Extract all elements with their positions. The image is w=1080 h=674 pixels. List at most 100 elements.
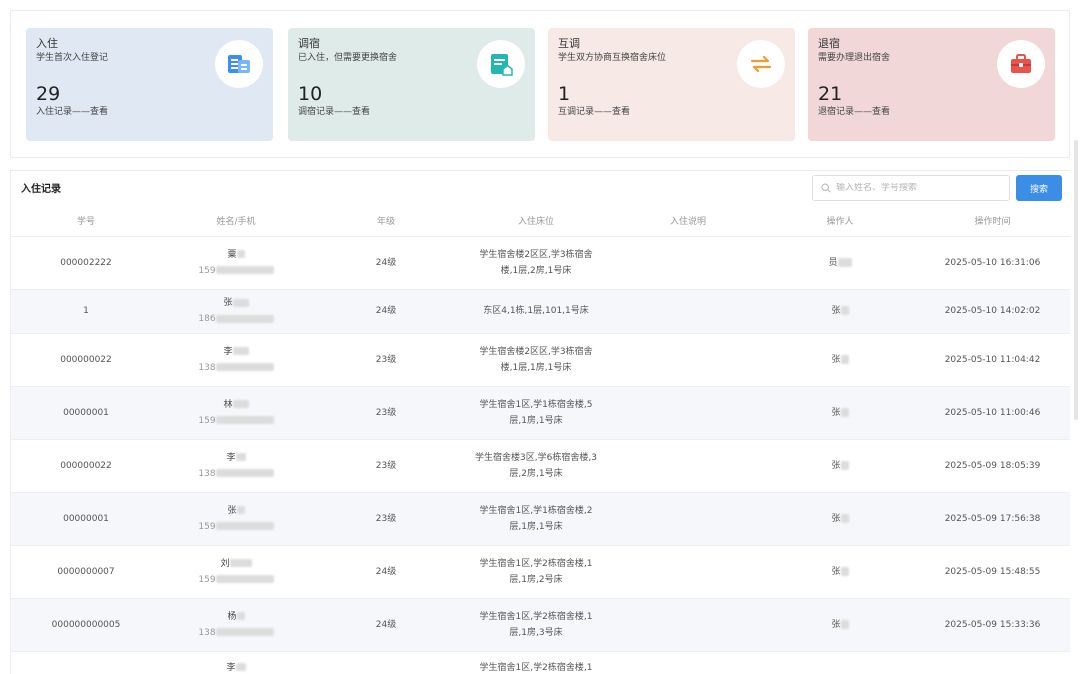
bed-line: 层,1房,1号床 <box>509 521 563 532</box>
student-id: 000000022 <box>11 333 161 387</box>
operator: 张 <box>831 460 841 471</box>
card-link[interactable]: 退宿记录——查看 <box>818 106 1045 119</box>
search-button[interactable]: 搜索 <box>1016 175 1062 201</box>
bed-line: 学生宿舍1区,学1栋宿舍楼,2 <box>479 505 593 516</box>
operator: 张 <box>831 407 841 418</box>
student-id: 000000022 <box>11 439 161 493</box>
table-row[interactable]: 000000000005 杨 138 24级 学生宿舍1区,学2栋宿舍楼,1 层,1… <box>11 598 1070 652</box>
student-id <box>11 651 161 674</box>
name-phone-cell: 粟 159 <box>161 236 311 290</box>
operator: 员 <box>828 257 838 268</box>
student-id: 1 <box>11 289 161 334</box>
operator: 张 <box>831 619 841 630</box>
search-box[interactable] <box>812 175 1010 201</box>
grade <box>311 651 461 674</box>
note <box>611 386 765 440</box>
name-phone-cell: 林 159 <box>161 386 311 440</box>
bed-line: 层,1房,3号床 <box>509 627 563 638</box>
table-row[interactable]: 000002222 粟 159 24级 学生宿舍楼2区区,学3栋宿舍 楼,1层,2房… <box>11 236 1070 290</box>
bed-line: 学生宿舍1区,学2栋宿舍楼,1 <box>479 662 593 673</box>
card-checkout[interactable]: 退宿 需要办理退出宿舍 21 退宿记录——查看 <box>808 28 1055 141</box>
bed-cell: 学生宿舍楼2区区,学3栋宿舍 楼,1层,2房,1号床 <box>461 236 611 290</box>
bed-line: 层,2房,1号床 <box>509 468 563 479</box>
note <box>611 439 765 493</box>
table-row[interactable]: 李 学生宿舍1区,学2栋宿舍楼,1 <box>11 651 1070 674</box>
bed-line: 层,1房,1号床 <box>509 415 563 426</box>
operate-time: 2025-05-09 15:48:55 <box>915 545 1070 599</box>
student-id: 000000000005 <box>11 598 161 652</box>
student-phone: 138 <box>198 468 216 479</box>
table-row[interactable]: 00000001 张 159 23级 学生宿舍1区,学1栋宿舍楼,2 层,1房,1号… <box>11 492 1070 546</box>
student-id: 00000001 <box>11 386 161 440</box>
note <box>611 236 765 290</box>
student-name: 李 <box>226 662 236 673</box>
student-id: 000002222 <box>11 236 161 290</box>
bed-cell: 学生宿舍1区,学1栋宿舍楼,5 层,1房,1号床 <box>461 386 611 440</box>
swap-arrows-icon <box>737 40 785 88</box>
student-id: 0000000007 <box>11 545 161 599</box>
column-header: 年级 <box>311 205 461 237</box>
operate-time: 2025-05-10 14:02:02 <box>915 289 1070 334</box>
card-link[interactable]: 调宿记录——查看 <box>298 106 525 119</box>
table-row[interactable]: 000000022 李 138 23级 学生宿舍楼3区,学6栋宿舍楼,3 层,2房,… <box>11 439 1070 493</box>
student-name: 杨 <box>227 611 237 622</box>
search-input[interactable] <box>836 183 996 193</box>
grade: 24级 <box>311 598 461 652</box>
student-name: 张 <box>227 505 237 516</box>
student-name: 林 <box>223 399 233 410</box>
bed-cell: 学生宿舍1区,学2栋宿舍楼,1 层,1房,2号床 <box>461 545 611 599</box>
operate-time: 2025-05-10 11:04:42 <box>915 333 1070 387</box>
column-header: 入住说明 <box>611 205 765 237</box>
student-phone: 186 <box>198 314 216 324</box>
bed-cell: 学生宿舍楼3区,学6栋宿舍楼,3 层,2房,1号床 <box>461 439 611 493</box>
table-row[interactable]: 1 张 186 24级 东区4,1栋,1层,101,1号床 张 2025-05-1… <box>11 289 1070 334</box>
operate-time: 2025-05-09 18:05:39 <box>915 439 1070 493</box>
student-name: 李 <box>226 452 236 463</box>
note <box>611 598 765 652</box>
summary-panel: 入住 学生首次入住登记 29 入住记录——查看 调宿 已入住，但需要更换宿舍 1… <box>10 10 1070 158</box>
bed-line: 楼,1层,1房,1号床 <box>500 362 572 373</box>
note <box>611 492 765 546</box>
column-header: 操作时间 <box>915 205 1070 237</box>
card-count: 1 <box>558 83 571 105</box>
bed-line: 学生宿舍1区,学2栋宿舍楼,1 <box>479 611 593 622</box>
bed-cell: 学生宿舍1区,学2栋宿舍楼,1 层,1房,3号床 <box>461 598 611 652</box>
name-phone-cell: 张 159 <box>161 492 311 546</box>
grade: 23级 <box>311 439 461 493</box>
note <box>611 545 765 599</box>
table-row[interactable]: 00000001 林 159 23级 学生宿舍1区,学1栋宿舍楼,5 层,1房,1号… <box>11 386 1070 440</box>
briefcase-icon <box>997 40 1045 88</box>
grade: 24级 <box>311 545 461 599</box>
column-header: 操作人 <box>765 205 915 237</box>
student-phone: 159 <box>198 415 216 426</box>
operator: 张 <box>831 513 841 524</box>
name-phone-cell: 刘 159 <box>161 545 311 599</box>
grade: 23级 <box>311 492 461 546</box>
student-name: 张 <box>223 298 233 308</box>
student-id: 00000001 <box>11 492 161 546</box>
operator-cell: 张 <box>765 333 915 387</box>
card-link[interactable]: 入住记录——查看 <box>36 106 263 119</box>
student-phone: 159 <box>198 521 216 532</box>
name-phone-cell: 杨 138 <box>161 598 311 652</box>
table-row[interactable]: 0000000007 刘 159 24级 学生宿舍1区,学2栋宿舍楼,1 层,1房,… <box>11 545 1070 599</box>
bed-line: 学生宿舍1区,学1栋宿舍楼,5 <box>479 399 593 410</box>
column-header: 入住床位 <box>461 205 611 237</box>
table-row[interactable]: 000000022 李 138 23级 学生宿舍楼2区区,学3栋宿舍 楼,1层,1房… <box>11 333 1070 387</box>
card-link[interactable]: 互调记录——查看 <box>558 106 785 119</box>
student-phone: 159 <box>198 574 216 585</box>
student-name: 刘 <box>220 558 230 569</box>
operator: 张 <box>831 566 841 577</box>
operator-cell: 员 <box>765 236 915 290</box>
student-name: 李 <box>223 346 233 357</box>
bed-cell: 学生宿舍1区,学2栋宿舍楼,1 <box>461 651 611 674</box>
scrollbar[interactable] <box>1074 140 1078 420</box>
name-phone-cell: 李 <box>161 651 311 674</box>
card-checkin[interactable]: 入住 学生首次入住登记 29 入住记录——查看 <box>26 28 273 141</box>
column-header: 学号 <box>11 205 161 237</box>
grade: 23级 <box>311 333 461 387</box>
id-card-icon <box>215 40 263 88</box>
card-swap[interactable]: 互调 学生双方协商互换宿舍床位 1 互调记录——查看 <box>548 28 795 141</box>
card-transfer[interactable]: 调宿 已入住，但需要更换宿舍 10 调宿记录——查看 <box>288 28 535 141</box>
records-panel: 入住记录 搜索 学号 姓名/手机 年级 入住床位 入住说明 操作人 操作时间 0… <box>10 170 1070 674</box>
